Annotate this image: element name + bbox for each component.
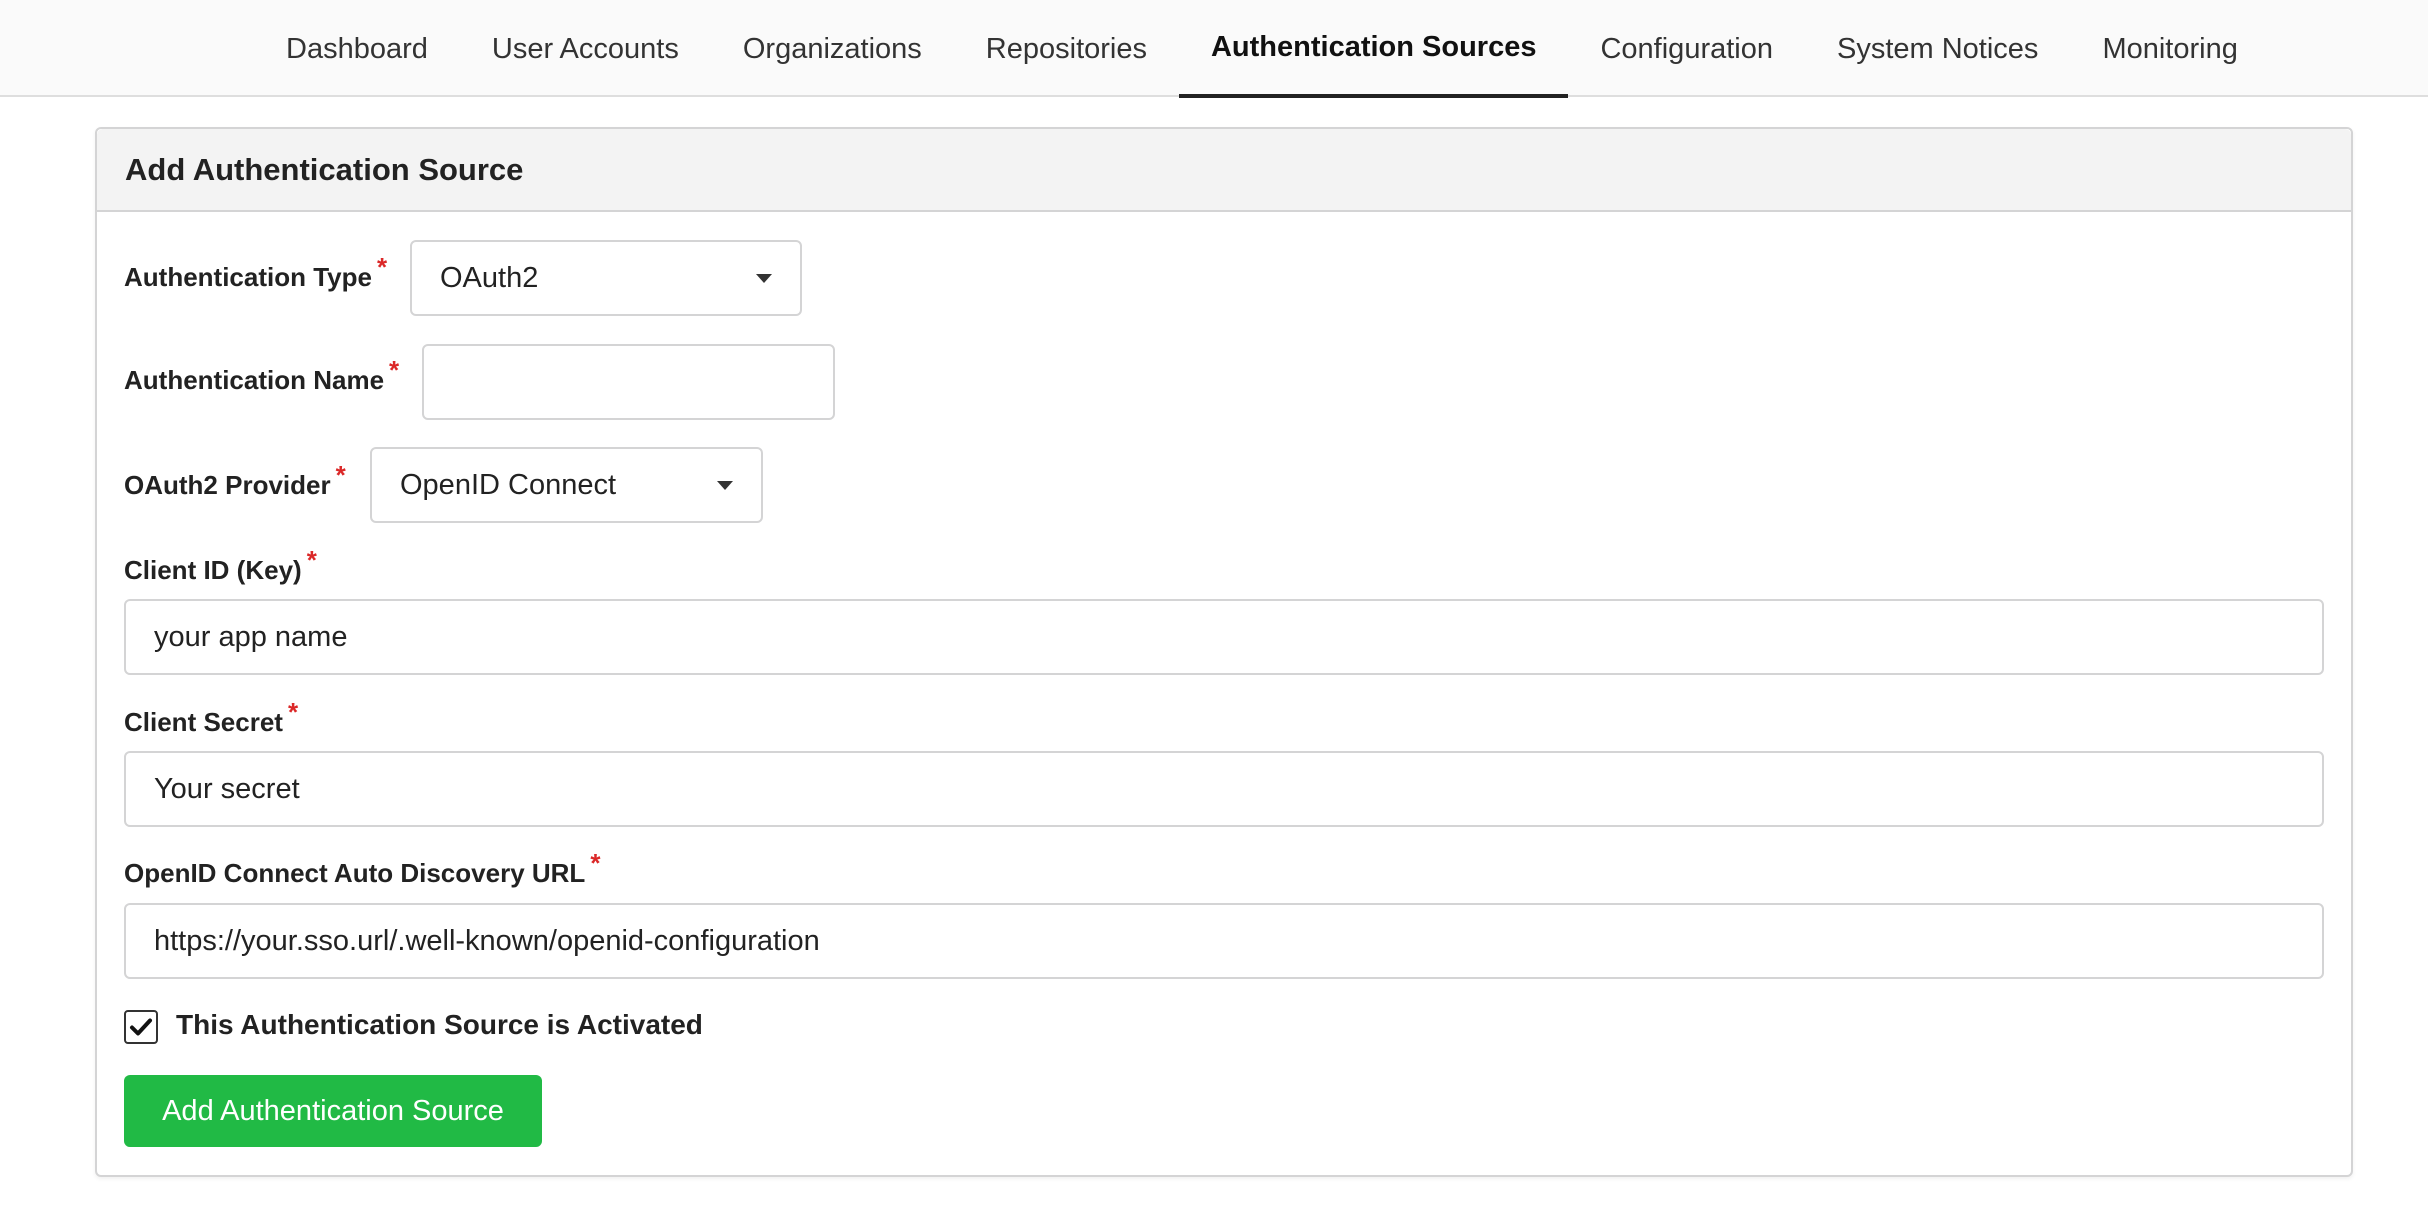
oauth2-provider-select[interactable]: OpenID Connect — [370, 447, 763, 523]
activated-label[interactable]: This Authentication Source is Activated — [176, 1009, 703, 1041]
required-marker: * — [335, 460, 346, 490]
tab-monitoring[interactable]: Monitoring — [2070, 1, 2269, 98]
required-marker: * — [376, 252, 388, 282]
admin-navbar: Dashboard User Accounts Organizations Re… — [0, 0, 2428, 98]
auth-name-label: Authentication Name * — [124, 355, 399, 396]
tab-configuration[interactable]: Configuration — [1568, 1, 1805, 98]
client-id-label: Client ID (Key) * — [124, 545, 317, 586]
tab-dashboard[interactable]: Dashboard — [254, 1, 460, 98]
discovery-url-label: OpenID Connect Auto Discovery URL * — [124, 848, 600, 889]
chevron-down-icon — [756, 274, 772, 283]
client-id-input[interactable] — [124, 599, 2324, 675]
client-secret-label: Client Secret * — [124, 697, 298, 738]
panel-title: Add Authentication Source — [97, 129, 2351, 212]
add-auth-source-button[interactable]: Add Authentication Source — [124, 1075, 542, 1147]
auth-type-label: Authentication Type * — [124, 252, 387, 293]
chevron-down-icon — [717, 481, 733, 490]
client-secret-label-text: Client Secret — [124, 707, 283, 737]
checkmark-icon — [130, 1018, 152, 1036]
discovery-url-label-text: OpenID Connect Auto Discovery URL — [124, 858, 586, 888]
provider-value: OpenID Connect — [400, 468, 617, 501]
discovery-url-input[interactable] — [124, 903, 2324, 979]
client-secret-input[interactable] — [124, 751, 2324, 827]
tab-repositories[interactable]: Repositories — [954, 1, 1179, 98]
tab-organizations[interactable]: Organizations — [711, 1, 954, 98]
admin-tabs: Dashboard User Accounts Organizations Re… — [254, 0, 2270, 98]
required-marker: * — [287, 697, 299, 727]
tab-user-accounts[interactable]: User Accounts — [460, 1, 711, 98]
client-id-label-text: Client ID (Key) — [124, 555, 302, 585]
activated-checkbox[interactable] — [124, 1010, 158, 1044]
auth-type-select[interactable]: OAuth2 — [410, 240, 802, 316]
provider-label: OAuth2 Provider * — [124, 460, 346, 501]
required-marker: * — [389, 355, 400, 385]
provider-label-text: OAuth2 Provider — [124, 470, 331, 500]
auth-type-value: OAuth2 — [440, 261, 539, 294]
auth-name-label-text: Authentication Name — [124, 365, 385, 395]
tab-system-notices[interactable]: System Notices — [1805, 1, 2070, 98]
tab-authentication-sources[interactable]: Authentication Sources — [1178, 1, 1569, 98]
required-marker: * — [590, 848, 601, 878]
auth-name-input[interactable] — [422, 344, 835, 420]
auth-type-label-text: Authentication Type — [124, 262, 372, 292]
required-marker: * — [306, 545, 317, 575]
